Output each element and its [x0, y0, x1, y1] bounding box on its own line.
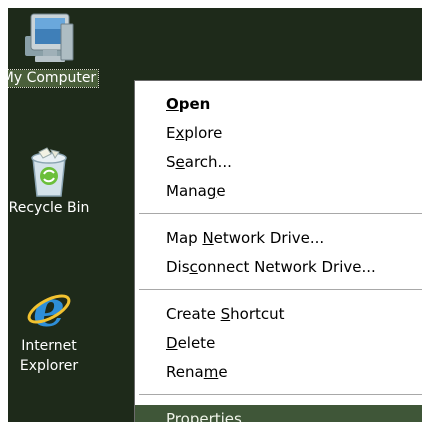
menu-separator — [139, 394, 422, 395]
menu-item-manage-accelerator: g — [206, 182, 217, 200]
internet-explorer-label[interactable]: Internet Explorer — [18, 336, 80, 376]
recycle-bin-icon — [31, 147, 67, 197]
menu-item-delete-accelerator: D — [166, 334, 178, 352]
menu-item-rename-text-pre: Rena — [166, 363, 204, 381]
menu-item-delete[interactable]: Delete — [135, 329, 422, 358]
menu-item-create-shortcut-text-pre: Create — [166, 305, 221, 323]
menu-item-map-network-drive-text-post: etwork Drive... — [213, 229, 325, 247]
recycle-bin-label[interactable]: Recycle Bin — [8, 200, 91, 217]
my-computer-label[interactable]: My Computer — [8, 69, 100, 88]
internet-explorer-icon: e — [27, 282, 71, 336]
screenshot: My Computer Recycle Bin e Internet Explo… — [0, 0, 426, 424]
menu-item-disconnect-network-drive-accelerator: c — [189, 258, 198, 276]
internet-explorer-label-line1: Internet — [21, 338, 77, 354]
menu-item-manage-text-pre: Mana — [166, 182, 207, 200]
menu-item-open-accelerator: O — [166, 95, 179, 113]
menu-item-open[interactable]: Open — [135, 90, 422, 119]
menu-item-properties-text-post: operties — [180, 410, 242, 422]
menu-item-disconnect-network-drive-text-post: onnect Network Drive... — [197, 258, 376, 276]
desktop-icon-my-computer[interactable]: My Computer — [8, 10, 104, 88]
menu-item-search-text-post: arch... — [184, 153, 232, 171]
desktop-icon-internet-explorer[interactable]: e Internet Explorer — [8, 282, 104, 376]
desktop-icon-recycle-bin[interactable]: Recycle Bin — [8, 144, 104, 217]
menu-item-explore-text-post: plore — [184, 124, 223, 142]
menu-item-rename-text-post: e — [218, 363, 228, 381]
menu-separator — [139, 213, 422, 214]
menu-item-search-text-pre: S — [166, 153, 176, 171]
context-menu: Open Explore Search... Manage Map Networ… — [134, 80, 422, 422]
menu-separator — [139, 289, 422, 290]
menu-item-delete-text-post: elete — [177, 334, 216, 352]
menu-item-search[interactable]: Search... — [135, 148, 422, 177]
menu-item-search-accelerator: e — [175, 153, 185, 171]
menu-item-create-shortcut-text-post: hortcut — [230, 305, 285, 323]
internet-explorer-label-line2: Explorer — [19, 358, 79, 374]
menu-item-open-text-post: pen — [178, 95, 211, 113]
menu-item-properties-text-pre: P — [166, 410, 175, 422]
menu-item-manage[interactable]: Manage — [135, 177, 422, 206]
menu-item-disconnect-network-drive[interactable]: Disconnect Network Drive... — [135, 253, 422, 282]
menu-item-explore[interactable]: Explore — [135, 119, 422, 148]
menu-item-properties[interactable]: Properties — [135, 405, 422, 422]
svg-text:e: e — [33, 282, 65, 336]
menu-item-map-network-drive-accelerator: N — [202, 229, 214, 247]
menu-item-create-shortcut-accelerator: S — [220, 305, 231, 323]
menu-item-map-network-drive[interactable]: Map Network Drive... — [135, 224, 422, 253]
menu-item-rename-accelerator: m — [203, 363, 219, 381]
my-computer-icon — [25, 13, 74, 62]
menu-item-map-network-drive-text-pre: Map — [166, 229, 203, 247]
menu-item-disconnect-network-drive-text-pre: Dis — [166, 258, 190, 276]
menu-item-create-shortcut[interactable]: Create Shortcut — [135, 300, 422, 329]
menu-item-rename[interactable]: Rename — [135, 358, 422, 387]
menu-item-manage-text-post: e — [216, 182, 226, 200]
desktop[interactable]: My Computer Recycle Bin e Internet Explo… — [8, 8, 422, 422]
